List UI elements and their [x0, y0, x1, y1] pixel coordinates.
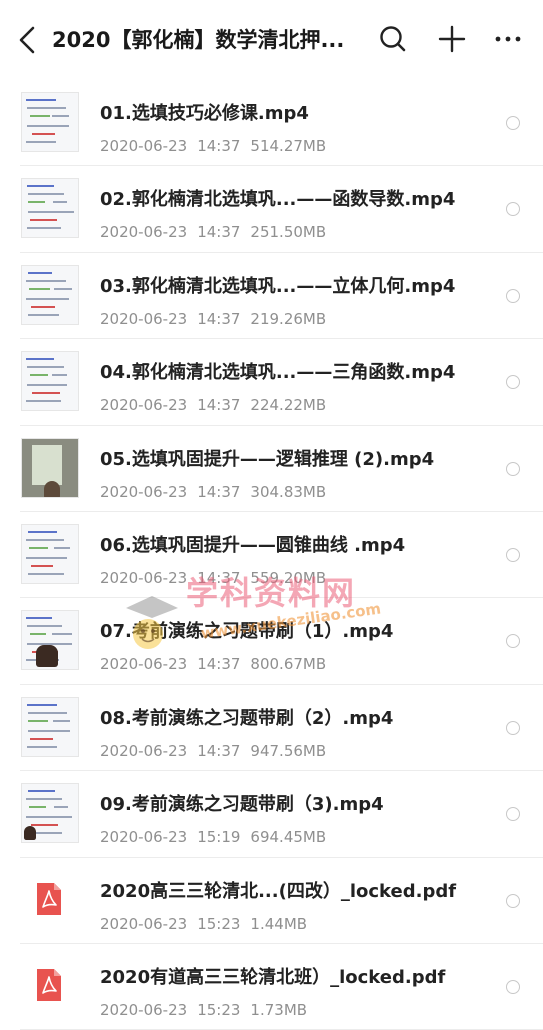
file-meta: 2020-06-23 14:37 224.22MB: [100, 395, 336, 415]
select-radio[interactable]: [506, 979, 520, 994]
select-radio[interactable]: [506, 807, 520, 822]
pdf-file-icon: [37, 882, 61, 915]
file-name: 04.郭化楠清北选填巩...——三角函数.mp4: [100, 362, 456, 384]
file-date: 2020-06-23: [100, 482, 188, 501]
file-row[interactable]: 07.考前演练之习题带刷（1）.mp4 2020-06-23 14:37 800.67…: [20, 598, 543, 685]
video-thumbnail: [21, 437, 79, 498]
file-name: 08.考前演练之习题带刷（2）.mp4: [100, 707, 394, 729]
file-name: 05.选填巩固提升——逻辑推理 (2).mp4: [100, 448, 435, 470]
file-size: 224.22MB: [250, 396, 327, 415]
file-row[interactable]: 06.选填巩固提升——圆锥曲线 .mp4 2020-06-23 14:37 559.2…: [20, 512, 543, 599]
file-meta: 2020-06-23 14:37 559.20MB: [100, 568, 336, 588]
file-time: 14:37: [197, 655, 241, 674]
file-time: 14:37: [197, 482, 241, 501]
file-time: 15:23: [197, 1000, 241, 1019]
file-date: 2020-06-23: [100, 914, 188, 933]
file-time: 14:37: [197, 137, 241, 155]
file-name: 02.郭化楠清北选填巩...——函数导数.mp4: [100, 189, 456, 211]
file-name: 06.选填巩固提升——圆锥曲线 .mp4: [100, 534, 406, 556]
file-meta: 2020-06-23 15:19 694.45MB: [100, 827, 336, 847]
file-size: 1.44MB: [250, 914, 308, 933]
file-date: 2020-06-23: [100, 396, 188, 415]
file-time: 14:37: [197, 741, 241, 760]
back-arrow-icon[interactable]: [14, 24, 42, 56]
page-title: 2020【郭化楠】数学清北押...: [52, 28, 345, 52]
file-size: 1.73MB: [250, 1000, 308, 1019]
file-name: 2020有道高三三轮清北班）_locked.pdf: [100, 966, 446, 988]
video-thumbnail: [21, 610, 79, 671]
select-radio[interactable]: [506, 720, 520, 735]
file-date: 2020-06-23: [100, 309, 188, 328]
select-radio[interactable]: [506, 547, 520, 562]
file-meta: 2020-06-23 14:37 947.56MB: [100, 741, 336, 761]
file-time: 14:37: [197, 396, 241, 415]
file-size: 559.20MB: [250, 568, 327, 587]
file-meta: 2020-06-23 14:37 219.26MB: [100, 309, 336, 329]
file-meta: 2020-06-23 14:37 800.67MB: [100, 654, 336, 674]
file-name: 03.郭化楠清北选填巩...——立体几何.mp4: [100, 275, 456, 297]
file-row[interactable]: 2020高三三轮清北...(四改）_locked.pdf 2020-06-23 15…: [20, 858, 543, 944]
file-meta: 2020-06-23 14:37 514.27MB: [100, 136, 336, 156]
file-row[interactable]: 2020有道高三三轮清北班）_locked.pdf 2020-06-23 15:23…: [20, 944, 543, 1030]
file-size: 514.27MB: [250, 137, 327, 155]
file-row[interactable]: 02.郭化楠清北选填巩...——函数导数.mp4 2020-06-23 14:37 2…: [20, 166, 543, 253]
file-row[interactable]: 05.选填巩固提升——逻辑推理 (2).mp4 2020-06-23 14:37 30…: [20, 426, 543, 512]
file-date: 2020-06-23: [100, 828, 188, 847]
file-meta: 2020-06-23 15:23 1.73MB: [100, 1000, 317, 1020]
file-meta: 2020-06-23 14:37 304.83MB: [100, 482, 336, 502]
file-name: 01.选填技巧必修课.mp4: [100, 103, 309, 124]
file-time: 14:37: [197, 309, 241, 328]
pdf-file-icon: [37, 968, 61, 1001]
video-thumbnail: [21, 783, 79, 844]
file-size: 947.56MB: [250, 741, 327, 760]
file-size: 800.67MB: [250, 655, 327, 674]
file-row[interactable]: 08.考前演练之习题带刷（2）.mp4 2020-06-23 14:37 947.56…: [20, 685, 543, 772]
file-size: 304.83MB: [250, 482, 327, 501]
search-icon[interactable]: [377, 22, 409, 56]
file-date: 2020-06-23: [100, 137, 188, 155]
file-date: 2020-06-23: [100, 1000, 188, 1019]
file-time: 14:37: [197, 223, 241, 242]
select-radio[interactable]: [506, 202, 520, 217]
top-bar: 2020【郭化楠】数学清北押...: [0, 0, 543, 80]
file-list: 01.选填技巧必修课.mp4 2020-06-23 14:37 514.27MB 02.…: [0, 80, 543, 1030]
select-radio[interactable]: [506, 634, 520, 649]
file-size: 219.26MB: [250, 309, 327, 328]
video-thumbnail: [21, 696, 79, 757]
file-meta: 2020-06-23 15:23 1.44MB: [100, 914, 317, 934]
video-thumbnail: [21, 92, 79, 152]
select-radio[interactable]: [506, 116, 520, 130]
file-date: 2020-06-23: [100, 223, 188, 242]
file-date: 2020-06-23: [100, 568, 188, 587]
video-thumbnail: [21, 523, 79, 584]
file-row[interactable]: 04.郭化楠清北选填巩...——三角函数.mp4 2020-06-23 14:37 2…: [20, 339, 543, 426]
select-radio[interactable]: [506, 461, 520, 476]
file-row[interactable]: 01.选填技巧必修课.mp4 2020-06-23 14:37 514.27MB: [20, 80, 543, 167]
file-row[interactable]: 09.考前演练之习题带刷（3).mp4 2020-06-23 15:19 694.45…: [20, 771, 543, 858]
file-time: 15:19: [197, 828, 241, 847]
file-size: 251.50MB: [250, 223, 327, 242]
file-row[interactable]: 03.郭化楠清北选填巩...——立体几何.mp4 2020-06-23 14:37 2…: [20, 253, 543, 340]
video-thumbnail: [21, 264, 79, 325]
video-thumbnail: [21, 178, 79, 239]
file-time: 15:23: [197, 914, 241, 933]
file-name: 2020高三三轮清北...(四改）_locked.pdf: [100, 880, 457, 902]
video-thumbnail: [21, 351, 79, 412]
file-date: 2020-06-23: [100, 655, 188, 674]
select-radio[interactable]: [506, 893, 520, 908]
more-options-icon[interactable]: [493, 22, 525, 56]
add-icon[interactable]: [436, 22, 468, 56]
file-date: 2020-06-23: [100, 741, 188, 760]
file-size: 694.45MB: [250, 828, 327, 847]
file-name: 07.考前演练之习题带刷（1）.mp4: [100, 621, 394, 643]
file-meta: 2020-06-23 14:37 251.50MB: [100, 222, 336, 242]
select-radio[interactable]: [506, 375, 520, 390]
file-time: 14:37: [197, 568, 241, 587]
select-radio[interactable]: [506, 288, 520, 303]
file-name: 09.考前演练之习题带刷（3).mp4: [100, 794, 384, 816]
